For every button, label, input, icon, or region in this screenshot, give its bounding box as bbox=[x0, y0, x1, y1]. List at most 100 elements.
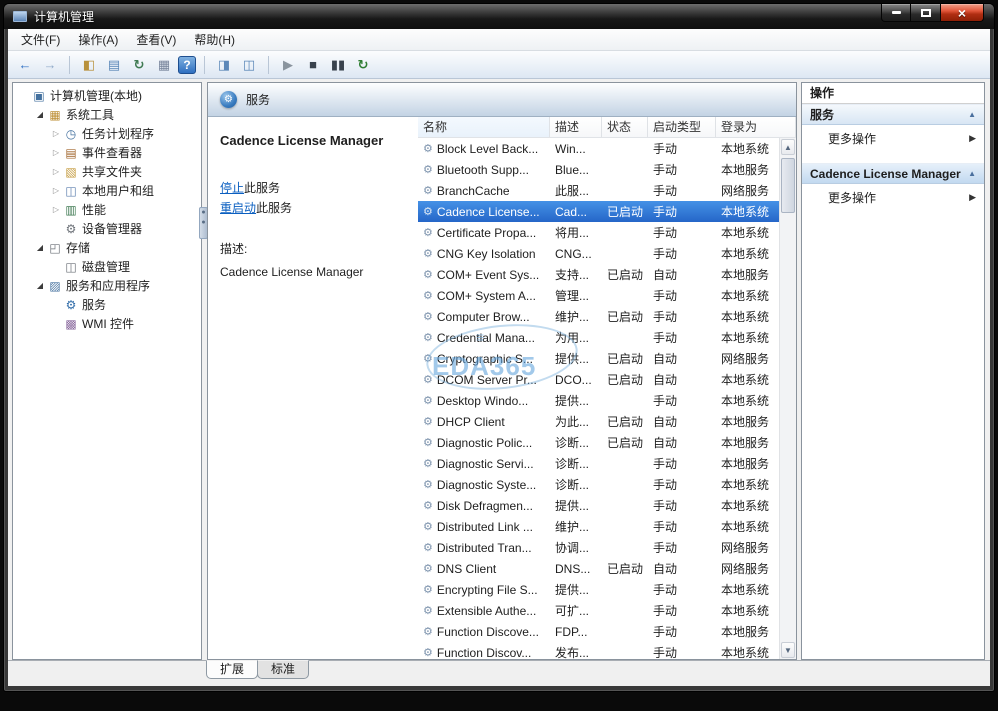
service-row[interactable]: ⚙ Diagnostic Servi... 诊断... 手动 本地服务 bbox=[418, 453, 779, 474]
stop-service-link[interactable]: 停止 bbox=[220, 181, 244, 195]
column-header-status[interactable]: 状态 bbox=[602, 117, 648, 137]
refresh-icon[interactable]: ↻ bbox=[128, 54, 150, 76]
service-row[interactable]: ⚙ CNG Key Isolation CNG... 手动 本地系统 bbox=[418, 243, 779, 264]
maximize-button[interactable] bbox=[911, 4, 940, 22]
back-icon[interactable]: ← bbox=[14, 54, 36, 76]
service-row[interactable]: ⚙ Block Level Back... Win... 手动 本地系统 bbox=[418, 138, 779, 159]
close-icon: × bbox=[957, 4, 967, 21]
column-header-description[interactable]: 描述 bbox=[550, 117, 602, 137]
tree-item[interactable]: 服务和应用程序 bbox=[13, 276, 201, 295]
service-row[interactable]: ⚙ Encrypting File S... 提供... 手动 本地系统 bbox=[418, 579, 779, 600]
service-row[interactable]: ⚙ COM+ Event Sys... 支持... 已启动 自动 本地服务 bbox=[418, 264, 779, 285]
minimize-button[interactable] bbox=[881, 4, 911, 22]
expander-icon[interactable] bbox=[49, 167, 63, 176]
tree-item[interactable]: 性能 bbox=[13, 200, 201, 219]
show-console-tree-icon[interactable]: ◧ bbox=[78, 54, 100, 76]
column-header-name[interactable]: 名称 bbox=[418, 117, 550, 137]
scroll-down-icon[interactable]: ▼ bbox=[781, 642, 795, 658]
actions-section-selected-service[interactable]: Cadence License Manager ▲ bbox=[802, 163, 984, 184]
tree-item[interactable]: 本地用户和组 bbox=[13, 181, 201, 200]
service-row[interactable]: ⚙ Certificate Propa... 将用... 手动 本地系统 bbox=[418, 222, 779, 243]
service-row[interactable]: ⚙ Bluetooth Supp... Blue... 手动 本地服务 bbox=[418, 159, 779, 180]
expander-icon[interactable] bbox=[49, 205, 63, 214]
service-row[interactable]: ⚙ Cadence License... Cad... 已启动 手动 本地系统 bbox=[418, 201, 779, 222]
show-action-pane-icon[interactable]: ◨ bbox=[213, 54, 235, 76]
service-row[interactable]: ⚙ BranchCache 此服... 手动 网络服务 bbox=[418, 180, 779, 201]
tab-standard[interactable]: 标准 bbox=[257, 660, 310, 679]
tree-item[interactable]: 事件查看器 bbox=[13, 143, 201, 162]
vertical-scrollbar[interactable]: ▲ ▼ bbox=[779, 138, 796, 659]
help-icon[interactable]: ? bbox=[178, 55, 196, 74]
close-button[interactable]: × bbox=[940, 4, 984, 22]
collapse-icon[interactable]: ▲ bbox=[968, 169, 976, 178]
menu-action[interactable]: 操作(A) bbox=[69, 29, 127, 51]
forward-icon[interactable]: → bbox=[39, 54, 61, 76]
service-row[interactable]: ⚙ Distributed Tran... 协调... 手动 网络服务 bbox=[418, 537, 779, 558]
tree-item[interactable]: 服务 bbox=[13, 295, 201, 314]
service-gear-icon: ⚙ bbox=[423, 437, 433, 449]
actions-section-services[interactable]: 服务 ▲ bbox=[802, 104, 984, 125]
restart-service-icon[interactable]: ↻ bbox=[352, 54, 374, 76]
more-actions-services[interactable]: 更多操作 ▶ bbox=[802, 125, 984, 151]
tree-item[interactable]: 共享文件夹 bbox=[13, 162, 201, 181]
start-service-icon[interactable]: ▶ bbox=[277, 54, 299, 76]
disk-management-icon bbox=[63, 260, 79, 274]
column-header-logon-as[interactable]: 登录为 bbox=[716, 117, 796, 137]
service-row[interactable]: ⚙ Function Discov... 发布... 手动 本地系统 bbox=[418, 642, 779, 660]
service-row[interactable]: ⚙ Diagnostic Syste... 诊断... 手动 本地系统 bbox=[418, 474, 779, 495]
service-row[interactable]: ⚙ Distributed Link ... 维护... 手动 本地系统 bbox=[418, 516, 779, 537]
expander-icon[interactable] bbox=[49, 148, 63, 157]
tree-item[interactable]: 磁盘管理 bbox=[13, 257, 201, 276]
stop-service-icon[interactable]: ■ bbox=[302, 54, 324, 76]
expander-icon[interactable] bbox=[33, 281, 47, 290]
menu-help[interactable]: 帮助(H) bbox=[185, 29, 244, 51]
service-row[interactable]: ⚙ Function Discove... FDP... 手动 本地服务 bbox=[418, 621, 779, 642]
menu-view[interactable]: 查看(V) bbox=[127, 29, 185, 51]
actions-section-services-title: 服务 bbox=[810, 108, 835, 122]
column-header-startup-type[interactable]: 启动类型 bbox=[648, 117, 716, 137]
description-label: 描述: bbox=[220, 242, 248, 256]
service-row[interactable]: ⚙ Desktop Windo... 提供... 手动 本地系统 bbox=[418, 390, 779, 411]
expander-icon[interactable] bbox=[49, 186, 63, 195]
expander-icon[interactable] bbox=[49, 129, 63, 138]
services-header: ⚙ 服务 bbox=[208, 83, 796, 117]
toolbar-buttons: ← → ◧ ▤ ↻ ▦? ◨ ◫ ▶ ■ ▮▮ ↻ bbox=[8, 51, 990, 79]
service-row[interactable]: ⚙ Disk Defragmen... 提供... 手动 本地系统 bbox=[418, 495, 779, 516]
more-actions-selected-service[interactable]: 更多操作 ▶ bbox=[802, 184, 984, 210]
service-row[interactable]: ⚙ Credential Mana... 为用... 手动 本地系统 bbox=[418, 327, 779, 348]
scrollbar-thumb[interactable] bbox=[781, 158, 795, 213]
tree-item[interactable]: 系统工具 bbox=[13, 105, 201, 124]
service-gear-icon: ⚙ bbox=[423, 563, 433, 575]
titlebar[interactable]: 计算机管理 bbox=[4, 4, 994, 29]
tree-item[interactable]: WMI 控件 bbox=[13, 314, 201, 333]
expander-icon[interactable] bbox=[33, 243, 47, 252]
service-row[interactable]: ⚙ DHCP Client 为此... 已启动 自动 本地服务 bbox=[418, 411, 779, 432]
export-list-icon[interactable]: ▦ bbox=[153, 54, 175, 76]
collapse-icon[interactable]: ▲ bbox=[968, 110, 976, 119]
menu-file[interactable]: 文件(F) bbox=[12, 29, 69, 51]
service-gear-icon: ⚙ bbox=[423, 206, 433, 218]
tree-item[interactable]: 存储 bbox=[13, 238, 201, 257]
tree-item[interactable]: 设备管理器 bbox=[13, 219, 201, 238]
restart-service-link[interactable]: 重启动 bbox=[220, 201, 256, 215]
tree-item[interactable]: 计算机管理(本地) bbox=[13, 86, 201, 105]
pause-service-icon[interactable]: ▮▮ bbox=[327, 54, 349, 76]
tree-item[interactable]: 任务计划程序 bbox=[13, 124, 201, 143]
service-row[interactable]: ⚙ Diagnostic Polic... 诊断... 已启动 自动 本地服务 bbox=[418, 432, 779, 453]
service-row[interactable]: ⚙ Computer Brow... 维护... 已启动 手动 本地系统 bbox=[418, 306, 779, 327]
properties-icon[interactable]: ▤ bbox=[103, 54, 125, 76]
expander-icon[interactable] bbox=[33, 110, 47, 119]
extended-view-icon[interactable]: ◫ bbox=[238, 54, 260, 76]
selected-service-title: Cadence License Manager bbox=[220, 133, 384, 148]
service-row[interactable]: ⚙ DNS Client DNS... 已启动 自动 网络服务 bbox=[418, 558, 779, 579]
scroll-up-icon[interactable]: ▲ bbox=[781, 139, 795, 155]
service-row[interactable]: ⚙ Cryptographic S... 提供... 已启动 自动 网络服务 bbox=[418, 348, 779, 369]
more-actions-arrow-icon: ▶ bbox=[969, 132, 976, 143]
service-row[interactable]: ⚙ Extensible Authe... 可扩... 手动 本地系统 bbox=[418, 600, 779, 621]
service-row[interactable]: ⚙ DCOM Server Pr... DCO... 已启动 自动 本地系统 bbox=[418, 369, 779, 390]
console-tree: 计算机管理(本地) 系统工具 任务计划程序 bbox=[13, 86, 201, 333]
service-gear-icon: ⚙ bbox=[423, 479, 433, 491]
tab-extended[interactable]: 扩展 bbox=[206, 660, 259, 679]
window-controls: × bbox=[881, 4, 984, 22]
service-row[interactable]: ⚙ COM+ System A... 管理... 手动 本地系统 bbox=[418, 285, 779, 306]
